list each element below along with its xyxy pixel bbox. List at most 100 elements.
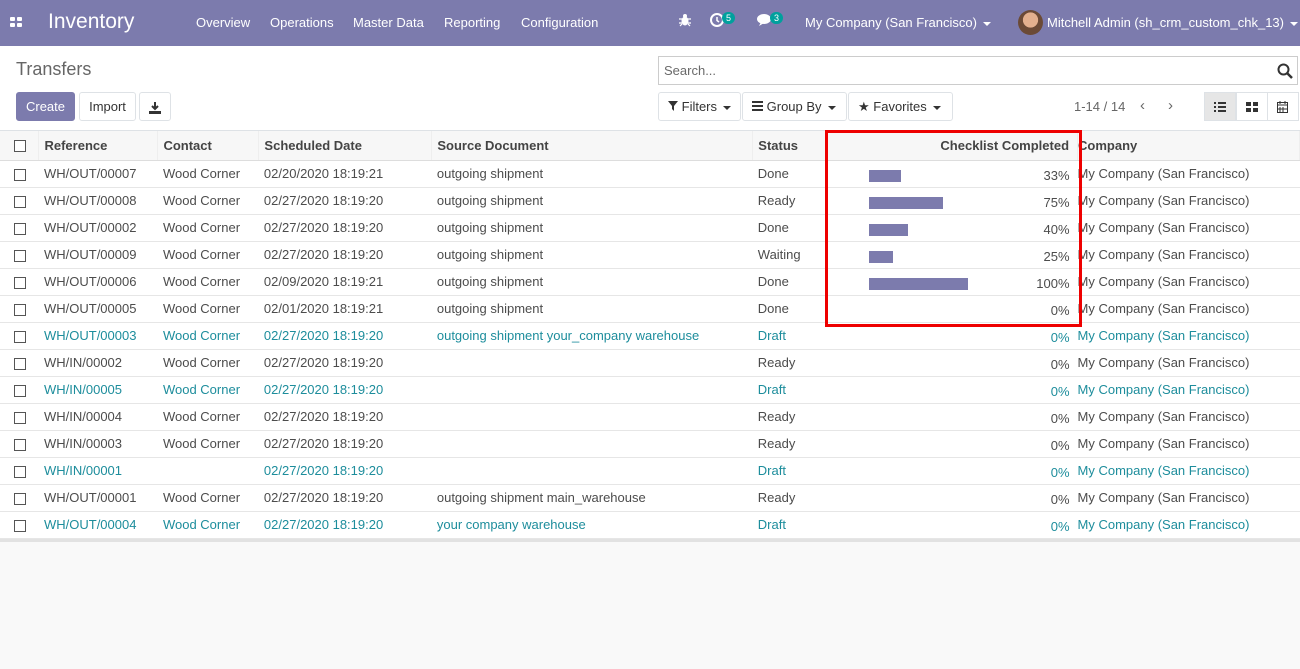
cell-contact: Wood Corner bbox=[157, 484, 259, 512]
pager-previous-icon[interactable]: ‹ bbox=[1140, 97, 1145, 114]
progress-track bbox=[868, 466, 968, 479]
row-checkbox[interactable] bbox=[14, 519, 26, 532]
cell-reference: WH/OUT/00002 bbox=[38, 214, 158, 242]
groupby-dropdown[interactable]: Group By bbox=[742, 92, 847, 121]
cell-company: My Company (San Francisco) bbox=[1077, 160, 1300, 188]
progress-track bbox=[868, 385, 968, 398]
cell-reference: WH/IN/00001 bbox=[38, 457, 158, 485]
progress-percent: 0% bbox=[1050, 491, 1070, 507]
cell-scheduled-date: 02/27/2020 18:19:20 bbox=[258, 484, 432, 512]
filters-dropdown[interactable]: Filters bbox=[658, 92, 741, 121]
row-checkbox[interactable] bbox=[14, 384, 26, 397]
row-checkbox[interactable] bbox=[14, 195, 26, 208]
column-header-checklist-completed[interactable]: Checklist Completed bbox=[826, 131, 1079, 161]
table-row[interactable]: WH/OUT/00001 Wood Corner 02/27/2020 18:19:… bbox=[0, 484, 1300, 512]
progress-percent: 0% bbox=[1050, 464, 1070, 480]
row-select-cell bbox=[0, 214, 39, 242]
row-checkbox[interactable] bbox=[14, 438, 26, 451]
row-checkbox[interactable] bbox=[14, 276, 26, 289]
column-header-scheduled-date[interactable]: Scheduled Date bbox=[258, 131, 433, 161]
cell-checklist-progress: 0% bbox=[826, 295, 1078, 323]
table-row[interactable]: WH/IN/00004 Wood Corner 02/27/2020 18:19:2… bbox=[0, 403, 1300, 431]
table-row[interactable]: WH/OUT/00005 Wood Corner 02/01/2020 18:19:… bbox=[0, 295, 1300, 323]
search-input[interactable] bbox=[659, 57, 1259, 84]
menu-reporting[interactable]: Reporting bbox=[444, 15, 500, 30]
list-view-button[interactable] bbox=[1204, 92, 1236, 121]
cell-company: My Company (San Francisco) bbox=[1077, 484, 1300, 512]
table-row[interactable]: WH/IN/00001 02/27/2020 18:19:20 Draft 0% My … bbox=[0, 457, 1300, 485]
table-row[interactable]: WH/OUT/00002 Wood Corner 02/27/2020 18:19:… bbox=[0, 214, 1300, 242]
column-header-company[interactable]: Company bbox=[1077, 131, 1300, 161]
select-all-checkbox[interactable] bbox=[14, 140, 26, 153]
table-row[interactable]: WH/IN/00005 Wood Corner 02/27/2020 18:19:2… bbox=[0, 376, 1300, 404]
cell-scheduled-date: 02/27/2020 18:19:20 bbox=[258, 511, 432, 539]
table-row[interactable]: WH/OUT/00009 Wood Corner 02/27/2020 18:19:… bbox=[0, 241, 1300, 269]
menu-operations[interactable]: Operations bbox=[270, 15, 334, 30]
cell-contact: Wood Corner bbox=[157, 430, 259, 458]
menu-overview[interactable]: Overview bbox=[196, 15, 250, 30]
column-header-reference[interactable]: Reference bbox=[38, 131, 159, 161]
progress-percent: 0% bbox=[1050, 518, 1070, 534]
cell-source-document: outgoing shipment bbox=[431, 295, 753, 323]
table-row[interactable]: WH/OUT/00003 Wood Corner 02/27/2020 18:19:… bbox=[0, 322, 1300, 350]
debug-bug-icon[interactable] bbox=[679, 13, 691, 30]
column-header-source-document[interactable]: Source Document bbox=[431, 131, 754, 161]
apps-menu-icon[interactable] bbox=[10, 17, 23, 28]
row-checkbox[interactable] bbox=[14, 222, 26, 235]
user-menu[interactable]: Mitchell Admin (sh_crm_custom_chk_13) bbox=[1047, 15, 1298, 30]
cell-contact: Wood Corner bbox=[157, 376, 259, 404]
activity-count-badge: 5 bbox=[722, 12, 736, 24]
search-icon[interactable] bbox=[1277, 63, 1293, 79]
row-checkbox[interactable] bbox=[14, 330, 26, 343]
row-checkbox[interactable] bbox=[14, 492, 26, 505]
row-select-cell bbox=[0, 484, 39, 512]
cell-reference: WH/OUT/00004 bbox=[38, 511, 158, 539]
select-all-cell bbox=[0, 131, 40, 161]
cell-checklist-progress: 100% bbox=[826, 268, 1078, 296]
row-checkbox[interactable] bbox=[14, 411, 26, 424]
row-checkbox[interactable] bbox=[14, 249, 26, 262]
table-row[interactable]: WH/OUT/00004 Wood Corner 02/27/2020 18:19:… bbox=[0, 511, 1300, 539]
column-header-contact[interactable]: Contact bbox=[157, 131, 260, 161]
table-row[interactable]: WH/IN/00003 Wood Corner 02/27/2020 18:19:2… bbox=[0, 430, 1300, 458]
row-checkbox[interactable] bbox=[14, 168, 26, 181]
export-download-button[interactable] bbox=[139, 92, 171, 121]
pager-next-icon[interactable]: › bbox=[1168, 97, 1173, 114]
progress-track bbox=[868, 169, 968, 182]
user-avatar[interactable] bbox=[1018, 10, 1043, 35]
cell-status: Ready bbox=[752, 430, 827, 458]
cell-source-document: outgoing shipment bbox=[431, 160, 753, 188]
table-row[interactable]: WH/IN/00002 Wood Corner 02/27/2020 18:19:2… bbox=[0, 349, 1300, 377]
row-checkbox[interactable] bbox=[14, 303, 26, 316]
cell-company: My Company (San Francisco) bbox=[1077, 430, 1300, 458]
create-button[interactable]: Create bbox=[16, 92, 75, 121]
cell-scheduled-date: 02/27/2020 18:19:20 bbox=[258, 403, 432, 431]
row-checkbox[interactable] bbox=[14, 465, 26, 478]
transfers-list-table: Reference Contact Scheduled Date Source … bbox=[0, 131, 1300, 539]
cell-checklist-progress: 0% bbox=[826, 457, 1078, 485]
cell-company: My Company (San Francisco) bbox=[1077, 214, 1300, 242]
pager-value[interactable]: 1-14 / 14 bbox=[1074, 99, 1125, 114]
calendar-view-button[interactable] bbox=[1267, 92, 1299, 121]
column-header-status[interactable]: Status bbox=[752, 131, 828, 161]
row-checkbox[interactable] bbox=[14, 357, 26, 370]
table-row[interactable]: WH/OUT/00006 Wood Corner 02/09/2020 18:19:… bbox=[0, 268, 1300, 296]
table-row[interactable]: WH/OUT/00007 Wood Corner 02/20/2020 18:19:… bbox=[0, 160, 1300, 188]
favorites-dropdown[interactable]: ★ Favorites bbox=[848, 92, 953, 121]
caret-down-icon bbox=[827, 105, 836, 110]
company-switcher[interactable]: My Company (San Francisco) bbox=[805, 15, 991, 30]
cell-status: Ready bbox=[752, 403, 827, 431]
cell-status: Done bbox=[752, 268, 827, 296]
cell-status: Done bbox=[752, 214, 827, 242]
cell-status: Done bbox=[752, 295, 827, 323]
progress-percent: 0% bbox=[1050, 356, 1070, 372]
import-button[interactable]: Import bbox=[79, 92, 136, 121]
progress-track bbox=[868, 196, 968, 209]
cell-checklist-progress: 0% bbox=[826, 349, 1078, 377]
row-select-cell bbox=[0, 295, 39, 323]
menu-master-data[interactable]: Master Data bbox=[353, 15, 424, 30]
progress-percent: 100% bbox=[1036, 275, 1070, 291]
table-row[interactable]: WH/OUT/00008 Wood Corner 02/27/2020 18:19:… bbox=[0, 187, 1300, 215]
kanban-view-button[interactable] bbox=[1236, 92, 1268, 121]
menu-configuration[interactable]: Configuration bbox=[521, 15, 598, 30]
